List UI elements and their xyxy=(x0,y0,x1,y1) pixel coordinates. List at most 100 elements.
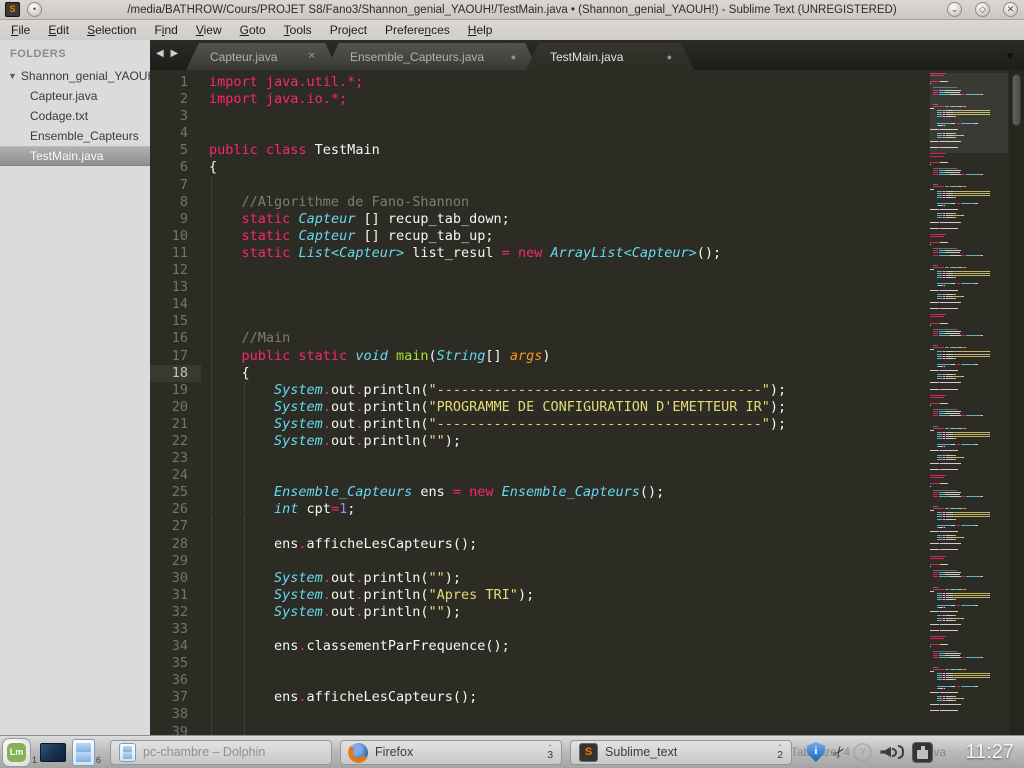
sidebar-root-folder[interactable]: ▼Shannon_genial_YAOUH xyxy=(0,66,150,86)
line-number: 32 xyxy=(150,604,201,621)
code-line-23[interactable]: 23 xyxy=(150,450,786,467)
line-number: 39 xyxy=(150,724,201,735)
line-content xyxy=(201,621,209,638)
sidebar-file-Capteur.java[interactable]: Capteur.java xyxy=(0,86,150,106)
scrollbar[interactable] xyxy=(1009,70,1024,735)
minimap[interactable] xyxy=(930,73,1008,723)
file-cabinet-icon[interactable] xyxy=(72,739,95,766)
line-number: 16 xyxy=(150,330,201,347)
code-line-4[interactable]: 4 xyxy=(150,125,786,142)
code-line-29[interactable]: 29 xyxy=(150,553,786,570)
line-number: 5 xyxy=(150,142,201,159)
menu-file[interactable]: File xyxy=(2,21,39,39)
menu-project[interactable]: Project xyxy=(321,21,376,39)
sidebar-file-Ensemble_Capteurs[interactable]: Ensemble_Capteurs xyxy=(0,126,150,146)
line-number: 20 xyxy=(150,399,201,416)
task-group-badge: ˆ3 xyxy=(537,746,553,758)
window-pin-button[interactable]: • xyxy=(27,2,42,17)
menu-goto[interactable]: Goto xyxy=(231,21,275,39)
menu-edit[interactable]: Edit xyxy=(39,21,78,39)
menu-help[interactable]: Help xyxy=(459,21,502,39)
code-line-17[interactable]: 17 public static void main(String[] args… xyxy=(150,348,786,365)
menu-view[interactable]: View xyxy=(187,21,231,39)
line-number: 30 xyxy=(150,570,201,587)
code-line-24[interactable]: 24 xyxy=(150,467,786,484)
line-content: { xyxy=(201,365,250,382)
code-line-35[interactable]: 35 xyxy=(150,655,786,672)
code-editor[interactable]: 1import java.util.*;2import java.io.*;34… xyxy=(150,70,1024,735)
taskbar-button-sublime[interactable]: SSublime_textˆ2 xyxy=(570,740,792,765)
code-line-38[interactable]: 38 xyxy=(150,706,786,723)
code-line-11[interactable]: 11 static List<Capteur> list_resul = new… xyxy=(150,245,786,262)
code-line-6[interactable]: 6{ xyxy=(150,159,786,176)
close-button[interactable]: ✕ xyxy=(1003,2,1018,17)
code-line-22[interactable]: 22 System.out.println(""); xyxy=(150,433,786,450)
code-line-13[interactable]: 13 xyxy=(150,279,786,296)
code-line-8[interactable]: 8 //Algorithme de Fano-Shannon xyxy=(150,194,786,211)
tab-Ensemble_Capteurs.java[interactable]: Ensemble_Capteurs.java● xyxy=(326,43,538,70)
tab-scroll-arrows-icon[interactable]: ◀ ▶ xyxy=(156,48,180,59)
line-content xyxy=(201,125,209,142)
volume-icon[interactable] xyxy=(880,745,904,759)
task-group-badge: ˆ2 xyxy=(767,746,783,758)
code-line-12[interactable]: 12 xyxy=(150,262,786,279)
folders-header: FOLDERS xyxy=(0,40,150,66)
mint-menu-button[interactable]: Lm xyxy=(2,738,31,767)
code-line-39[interactable]: 39 xyxy=(150,724,786,735)
code-line-36[interactable]: 36 xyxy=(150,672,786,689)
code-line-3[interactable]: 3 xyxy=(150,108,786,125)
code-line-33[interactable]: 33 xyxy=(150,621,786,638)
code-line-9[interactable]: 9 static Capteur [] recup_tab_down; xyxy=(150,211,786,228)
taskbar-button-dolphin[interactable]: pc-chambre – Dolphin xyxy=(110,740,332,765)
code-line-10[interactable]: 10 static Capteur [] recup_tab_up; xyxy=(150,228,786,245)
code-line-19[interactable]: 19 System.out.println("-----------------… xyxy=(150,382,786,399)
code-line-31[interactable]: 31 System.out.println("Apres TRI"); xyxy=(150,587,786,604)
usb-device-icon[interactable]: Y xyxy=(853,743,872,762)
menu-tools[interactable]: Tools xyxy=(275,21,321,39)
desktop: S • /media/BATHROW/Cours/PROJET S8/Fano3… xyxy=(0,0,1024,768)
device-notifier-icon[interactable] xyxy=(912,742,933,763)
minimize-button[interactable]: ⌄ xyxy=(947,2,962,17)
clock[interactable]: 11:27 xyxy=(965,741,1014,764)
desktop-pager-icon[interactable] xyxy=(40,743,66,762)
code-line-21[interactable]: 21 System.out.println("-----------------… xyxy=(150,416,786,433)
code-line-18[interactable]: 18 { xyxy=(150,365,786,382)
menu-selection[interactable]: Selection xyxy=(78,21,145,39)
line-content: static List<Capteur> list_resul = new Ar… xyxy=(201,245,721,262)
taskbar-button-firefox[interactable]: Firefoxˆ3 xyxy=(340,740,562,765)
code-line-30[interactable]: 30 System.out.println(""); xyxy=(150,570,786,587)
tab-TestMain.java[interactable]: TestMain.java● xyxy=(526,43,694,70)
code-line-15[interactable]: 15 xyxy=(150,313,786,330)
code-line-28[interactable]: 28 ens.afficheLesCapteurs(); xyxy=(150,536,786,553)
code-line-5[interactable]: 5public class TestMain xyxy=(150,142,786,159)
tab-Capteur.java[interactable]: Capteur.java✕ xyxy=(186,43,338,70)
code-line-34[interactable]: 34 ens.classementParFrequence(); xyxy=(150,638,786,655)
code-line-26[interactable]: 26 int cpt=1; xyxy=(150,501,786,518)
security-shield-icon[interactable]: i xyxy=(807,742,825,762)
mint-logo-icon: Lm xyxy=(7,743,26,762)
minimap-viewport[interactable] xyxy=(930,73,1008,153)
tab-close-icon[interactable]: ✕ xyxy=(282,51,316,62)
menu-find[interactable]: Find xyxy=(145,21,186,39)
sidebar-file-Codage.txt[interactable]: Codage.txt xyxy=(0,106,150,126)
code-line-7[interactable]: 7 xyxy=(150,177,786,194)
code-line-14[interactable]: 14 xyxy=(150,296,786,313)
menu-preferences[interactable]: Preferences xyxy=(376,21,459,39)
code-line-27[interactable]: 27 xyxy=(150,518,786,535)
code-line-32[interactable]: 32 System.out.println(""); xyxy=(150,604,786,621)
sidebar-file-TestMain.java[interactable]: TestMain.java xyxy=(0,146,150,166)
cabinet-badge: 6 xyxy=(96,755,101,765)
code-line-25[interactable]: 25 Ensemble_Capteurs ens = new Ensemble_… xyxy=(150,484,786,501)
tab-overflow-icon[interactable]: ▼ xyxy=(1004,49,1016,63)
window-titlebar[interactable]: S • /media/BATHROW/Cours/PROJET S8/Fano3… xyxy=(0,0,1024,20)
code-line-16[interactable]: 16 //Main xyxy=(150,330,786,347)
code-line-37[interactable]: 37 ens.afficheLesCapteurs(); xyxy=(150,689,786,706)
line-content xyxy=(201,655,209,672)
maximize-button[interactable]: ◇ xyxy=(975,2,990,17)
code-line-20[interactable]: 20 System.out.println("PROGRAMME DE CONF… xyxy=(150,399,786,416)
code-line-1[interactable]: 1import java.util.*; xyxy=(150,74,786,91)
scrollbar-thumb[interactable] xyxy=(1012,74,1021,126)
line-content: System.out.println("--------------------… xyxy=(201,382,786,399)
line-number: 38 xyxy=(150,706,201,723)
code-line-2[interactable]: 2import java.io.*; xyxy=(150,91,786,108)
